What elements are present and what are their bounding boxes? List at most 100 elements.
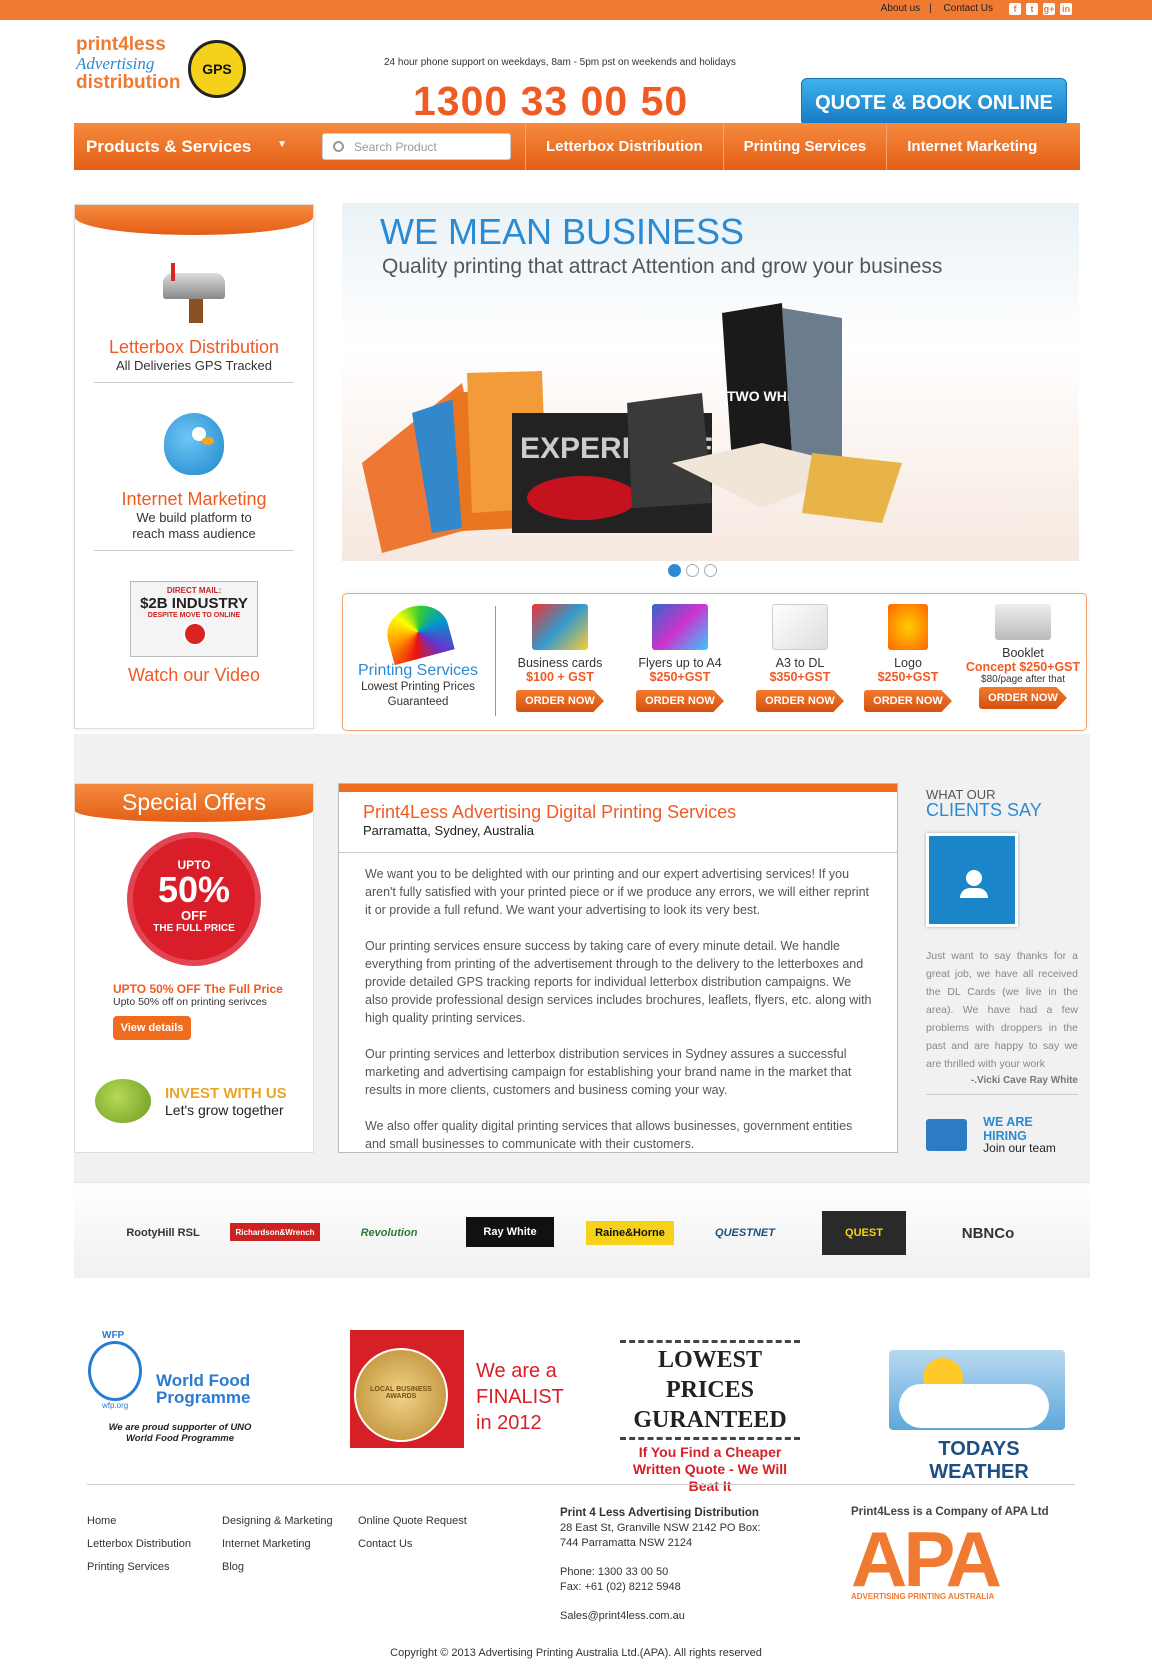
search-placeholder: Search Product: [354, 139, 437, 154]
nav-printing[interactable]: Printing Services: [722, 123, 887, 170]
product-card: Logo $250+GST ORDER NOW: [853, 604, 963, 712]
footer-link[interactable]: Home: [87, 1510, 191, 1533]
header: print4less Advertising distribution GPS …: [0, 20, 1152, 126]
address-line: 28 East St, Granville NSW 2142 PO Box:: [560, 1522, 761, 1534]
search-input[interactable]: Search Product: [322, 133, 511, 160]
facebook-icon[interactable]: f: [1009, 3, 1021, 15]
partner-logo[interactable]: Revolution: [344, 1211, 434, 1255]
award-line3: in 2012: [476, 1412, 542, 1434]
award-badge[interactable]: LOCAL BUSINESS AWARDS We are a FINALIST …: [350, 1330, 564, 1470]
partner-logo[interactable]: Richardson&Wrench: [230, 1223, 320, 1241]
weather-badge[interactable]: TODAYS WEATHER: [889, 1350, 1069, 1490]
order-now-button[interactable]: ORDER NOW: [979, 687, 1067, 709]
wfp-sub: We are proud supporter of UNO World Food…: [108, 1422, 252, 1444]
lowest-price-badge[interactable]: LOWEST PRICES GURANTEED If You Find a Ch…: [620, 1340, 800, 1494]
apa-block: Print4Less is a Company of APA Ltd APA A…: [851, 1506, 1049, 1601]
partner-logo[interactable]: QUESTNET: [700, 1211, 790, 1255]
about-body: We want you to be delighted with our pri…: [339, 853, 897, 1153]
hiring-block[interactable]: WE ARE HIRING Join our team: [926, 1115, 1078, 1155]
order-now-button[interactable]: ORDER NOW: [516, 690, 604, 712]
top-links: About us | Contact Us: [880, 3, 993, 14]
footer-address: Print 4 Less Advertising Distribution 28…: [560, 1506, 761, 1624]
footer-link[interactable]: Letterbox Distribution: [87, 1533, 191, 1556]
hero-title: WE MEAN BUSINESS: [380, 211, 745, 252]
printing-services-block[interactable]: Printing Services Lowest Printing Prices…: [343, 594, 493, 732]
footer-link[interactable]: Blog: [222, 1556, 333, 1579]
wfp-badge[interactable]: WFP wfp.org World Food Programme We are …: [80, 1330, 260, 1470]
partner-logo[interactable]: RootyHill RSL: [118, 1211, 208, 1255]
special-title: Special Offers: [75, 784, 313, 822]
nav-internet[interactable]: Internet Marketing: [886, 123, 1057, 170]
internet-block[interactable]: Internet Marketing We build platform to …: [75, 413, 313, 551]
linkedin-icon[interactable]: in: [1060, 3, 1072, 15]
about-title: Print4Less Advertising Digital Printing …: [363, 802, 737, 822]
footer-link[interactable]: Designing & Marketing: [222, 1510, 333, 1533]
weather-cloud-icon: [889, 1350, 1065, 1430]
divider: [94, 550, 294, 551]
partner-logo[interactable]: Ray White: [466, 1217, 554, 1247]
discount-burst: UPTO 50% OFF THE FULL PRICE: [133, 838, 255, 960]
contact-link[interactable]: Contact Us: [944, 3, 993, 14]
view-details-button[interactable]: View details: [113, 1016, 191, 1040]
footer-fax: Fax: +61 (02) 8212 5948: [560, 1581, 681, 1593]
slider-dot[interactable]: [686, 564, 699, 577]
video-thumbnail[interactable]: DIRECT MAIL: $2B INDUSTRY DESPITE MOVE T…: [130, 581, 258, 657]
products-services-menu[interactable]: Products & Services ▼: [74, 137, 312, 157]
divider: [495, 606, 496, 716]
footer-col1: Home Letterbox Distribution Printing Ser…: [87, 1510, 191, 1579]
footer-link[interactable]: Online Quote Request: [358, 1510, 467, 1533]
video-block[interactable]: DIRECT MAIL: $2B INDUSTRY DESPITE MOVE T…: [75, 581, 313, 686]
footer-link[interactable]: Printing Services: [87, 1556, 191, 1579]
hero-slider[interactable]: WE MEAN BUSINESS Quality printing that a…: [342, 203, 1079, 561]
logo-star-icon: [888, 604, 928, 650]
order-now-button[interactable]: ORDER NOW: [756, 690, 844, 712]
quote-book-button[interactable]: QUOTE & BOOK ONLINE: [801, 78, 1067, 126]
slider-dot[interactable]: [668, 564, 681, 577]
invest-block[interactable]: INVEST WITH US Let's grow together: [95, 1079, 287, 1123]
accent-bar: [339, 784, 897, 792]
footer-link[interactable]: Internet Marketing: [222, 1533, 333, 1556]
product-price: $100 + GST: [526, 670, 594, 684]
about-link[interactable]: About us: [881, 3, 920, 14]
footer-email[interactable]: Sales@print4less.com.au: [560, 1609, 761, 1624]
letterbox-title: Letterbox Distribution: [108, 337, 280, 357]
partner-logo[interactable]: NBNCo: [944, 1211, 1032, 1255]
award-medal-text: LOCAL BUSINESS AWARDS: [370, 1386, 432, 1400]
divider: [926, 1094, 1078, 1095]
video-title[interactable]: Watch our Video: [75, 665, 313, 686]
partner-logo[interactable]: Raine&Horne: [586, 1221, 674, 1245]
order-now-button[interactable]: ORDER NOW: [636, 690, 724, 712]
hiring-sub: Join our team: [983, 1141, 1056, 1155]
nav-letterbox[interactable]: Letterbox Distribution: [525, 123, 723, 170]
printing-title: Printing Services: [357, 662, 479, 679]
apa-logo[interactable]: APA: [851, 1520, 1049, 1598]
phone-number[interactable]: 1300 33 00 50: [413, 78, 688, 125]
gps-badge-icon: GPS: [188, 40, 246, 98]
slider-dot[interactable]: [704, 564, 717, 577]
order-now-button[interactable]: ORDER NOW: [864, 690, 952, 712]
footer-link[interactable]: Contact Us: [358, 1533, 467, 1556]
twitter-icon[interactable]: t: [1026, 3, 1038, 15]
letterbox-block[interactable]: Letterbox Distribution All Deliveries GP…: [75, 263, 313, 383]
burst-t4: THE FULL PRICE: [153, 923, 235, 934]
product-card: Booklet Concept $250+GST $80/page after …: [958, 604, 1088, 709]
play-icon[interactable]: [183, 622, 207, 646]
partner-logo[interactable]: QUEST: [822, 1211, 906, 1255]
footer-phone: Phone: 1300 33 00 50: [560, 1566, 669, 1578]
partner-logos: RootyHill RSL Richardson&Wrench Revoluti…: [74, 1182, 1090, 1278]
google-plus-icon[interactable]: g+: [1043, 3, 1055, 15]
lp-line1: LOWEST PRICES: [657, 1347, 763, 1403]
offer-sub: Upto 50% off on printing serivces: [113, 996, 267, 1008]
offer-title: UPTO 50% OFF The Full Price: [113, 982, 283, 996]
internet-sub: We build platform to reach mass audience: [132, 510, 256, 541]
lp-line4: Written Quote - We Will Beat It: [632, 1461, 788, 1494]
product-card: Flyers up to A4 $250+GST ORDER NOW: [625, 604, 735, 712]
hiring-title: WE ARE HIRING: [983, 1115, 1033, 1143]
footer-col2: Designing & Marketing Internet Marketing…: [222, 1510, 333, 1579]
product-price: $250+GST: [649, 670, 711, 684]
site-logo[interactable]: print4less Advertising distribution GPS: [76, 34, 246, 124]
badges-row: WFP wfp.org World Food Programme We are …: [80, 1330, 1080, 1494]
divider: [94, 382, 294, 383]
about-paragraph: Our printing services ensure success by …: [365, 939, 872, 1025]
team-icon: [926, 1119, 968, 1151]
